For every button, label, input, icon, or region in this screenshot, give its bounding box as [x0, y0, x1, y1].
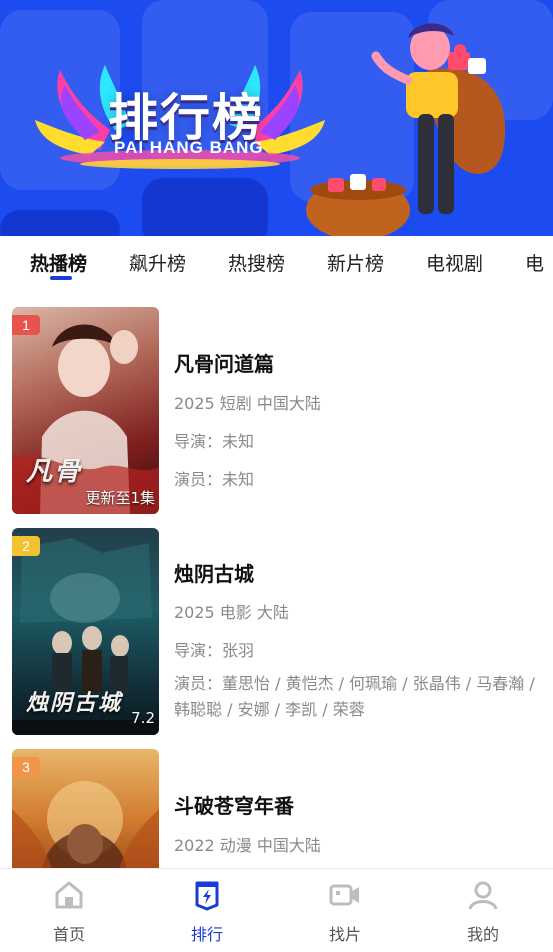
- tab-hot-play[interactable]: 热播榜: [30, 249, 87, 276]
- item-cast: 演员：未知: [174, 470, 255, 489]
- item-director: 导演：张羽: [174, 641, 255, 660]
- mascot-illustration: [306, 23, 506, 236]
- list-item[interactable]: 1 凡骨 更新至1集 凡骨问道篇 2025 短剧 中国大陆 导演：未知 演员：未…: [0, 307, 553, 514]
- ranking-tabs: 热播榜 飙升榜 热搜榜 新片榜 电视剧 电: [0, 236, 553, 288]
- nav-home[interactable]: 首页: [0, 869, 138, 952]
- ranking-list: 1 凡骨 更新至1集 凡骨问道篇 2025 短剧 中国大陆 导演：未知 演员：未…: [0, 288, 553, 868]
- video-camera-icon: [329, 884, 359, 906]
- nav-mine[interactable]: 我的: [414, 869, 552, 952]
- tab-new-release[interactable]: 新片榜: [327, 249, 384, 276]
- list-item[interactable]: 3 斗破苍穹年番 2022 动漫 中国大陆: [0, 749, 553, 868]
- rating-label: 7.2: [131, 709, 155, 727]
- rank-badge: 1: [12, 315, 40, 335]
- nav-ranking-label: 排行: [190, 925, 223, 944]
- episode-update-label: 更新至1集: [85, 489, 155, 507]
- nav-find-film[interactable]: 找片: [276, 869, 414, 952]
- item-title[interactable]: 凡骨问道篇: [174, 348, 274, 377]
- banner-bg-tile: [0, 210, 120, 236]
- list-item[interactable]: 2 烛阴古城 7.2 烛阴古城 2025 电影 大陆 导演：张羽 演员：董思怡 …: [0, 528, 553, 735]
- banner-subtitle: PAI HANG BANG: [114, 138, 264, 157]
- item-cast: 演员：董思怡 / 黄恺杰 / 何珮瑜 / 张晶伟 / 马春瀚 / 韩聪聪 / 安…: [174, 674, 535, 719]
- poster-image[interactable]: 3: [12, 749, 159, 868]
- user-icon: [468, 881, 498, 910]
- item-director: 导演：未知: [174, 432, 255, 451]
- ranking-banner: 排行榜 PAI HANG BANG: [0, 0, 553, 236]
- active-tab-indicator: [50, 276, 72, 280]
- item-meta: 2025 电影 大陆: [174, 603, 289, 622]
- nav-mine-label: 我的: [466, 925, 499, 944]
- poster-image[interactable]: 1 凡骨 更新至1集: [12, 307, 159, 514]
- banner-bg-tile: [142, 178, 268, 236]
- item-meta: 2022 动漫 中国大陆: [174, 836, 321, 855]
- tab-hot-search[interactable]: 热搜榜: [228, 249, 285, 276]
- tab-tv-series[interactable]: 电视剧: [426, 249, 483, 276]
- poster-image[interactable]: 2 烛阴古城 7.2: [12, 528, 159, 735]
- nav-home-label: 首页: [52, 925, 85, 944]
- rank-badge: 3: [12, 757, 40, 777]
- tab-partial[interactable]: 电: [525, 249, 544, 276]
- nav-ranking[interactable]: 排行: [138, 869, 276, 952]
- nav-find-film-label: 找片: [328, 925, 361, 944]
- poster-title-text: 烛阴古城: [26, 691, 123, 716]
- item-meta: 2025 短剧 中国大陆: [174, 394, 321, 413]
- item-title[interactable]: 烛阴古城: [174, 558, 254, 587]
- home-icon: [55, 881, 83, 909]
- ranking-icon: [195, 881, 219, 911]
- item-title[interactable]: 斗破苍穹年番: [174, 790, 294, 819]
- poster-title-text: 凡骨: [26, 457, 83, 487]
- bottom-navigation: 首页 排行 找片 我的: [0, 868, 553, 952]
- tab-rising[interactable]: 飙升榜: [129, 249, 186, 276]
- rank-badge: 2: [12, 536, 40, 556]
